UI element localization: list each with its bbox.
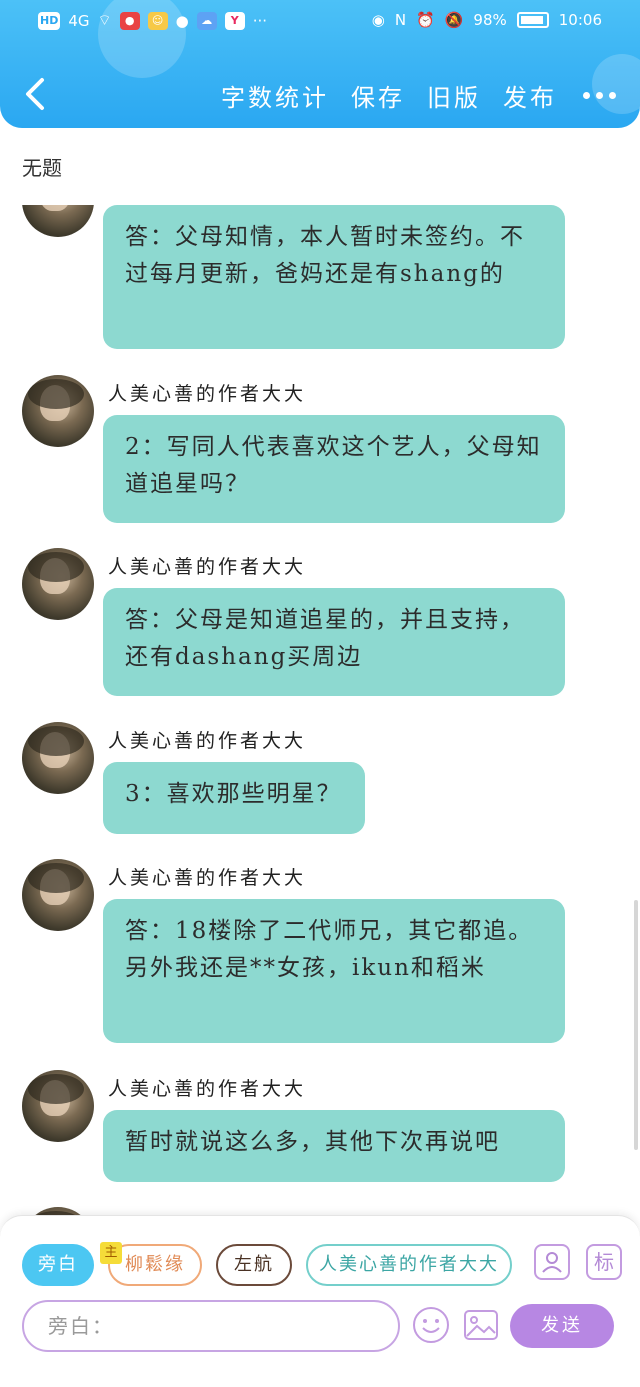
page-title: 无题 (22, 156, 62, 180)
avatar[interactable] (22, 722, 94, 794)
image-icon (464, 1310, 498, 1340)
save-button[interactable]: 保存 (351, 78, 405, 113)
sender-name: 人美心善的作者大大 (108, 1078, 307, 1100)
alarm-icon: ⏰ (416, 11, 435, 29)
message-bubble: 答：18楼除了二代师兄，其它都追。另外我还是**女孩，ikun和稻米 (103, 899, 565, 1043)
avatar[interactable] (22, 205, 94, 237)
tag-button[interactable]: 标 (586, 1244, 622, 1280)
sender-name: 人美心善的作者大大 (108, 867, 307, 889)
battery-percent: 98% (473, 11, 507, 29)
emoji-button[interactable] (412, 1306, 450, 1344)
youku-icon: Y (224, 11, 245, 30)
emoji-icon (413, 1307, 449, 1343)
sender-name: 人美心善的作者大大 (108, 383, 307, 405)
avatar[interactable] (22, 548, 94, 620)
message-bubble: 暂时就说这么多，其他下次再说吧 (103, 1110, 565, 1182)
eye-icon: ◉ (371, 11, 385, 29)
avatar[interactable] (22, 375, 94, 447)
app-notification-icon: ☺ (147, 11, 168, 30)
main-role-badge: 主 (100, 1242, 122, 1264)
scrollbar[interactable] (634, 900, 638, 1150)
more-options-icon[interactable] (579, 84, 620, 107)
back-button[interactable] (20, 74, 54, 114)
battery-icon (516, 12, 549, 28)
avatar[interactable] (22, 1070, 94, 1142)
status-bar: HD 4G ⌔ ● ☺ ● ☁ Y ··· ◉ N ⏰ 🔕 98% 10:06 (0, 0, 640, 44)
back-arrow-icon (26, 78, 44, 110)
hd-indicator: HD (38, 11, 61, 30)
add-role-button[interactable] (534, 1244, 570, 1280)
avatar[interactable] (22, 859, 94, 931)
nfc-icon: N (394, 11, 407, 29)
composer-panel: 旁白 柳鬆缘 主 左航 人美心善的作者大大 标 旁白： 发送 (0, 1215, 640, 1387)
publish-button[interactable]: 发布 (503, 78, 557, 113)
network-indicator: 4G (68, 11, 90, 30)
message-icon: ● (175, 11, 189, 30)
message-bubble: 3：喜欢那些明星？ (103, 762, 365, 834)
more-notifications-icon: ··· (252, 11, 268, 30)
role-chip-author[interactable]: 人美心善的作者大大 (306, 1244, 512, 1286)
chat-list[interactable]: 答：父母知情，本人暂时未签约。不过每月更新，爸妈还是有shang的 人美心善的作… (0, 205, 640, 1215)
mute-icon: 🔕 (444, 11, 464, 29)
avatar[interactable] (22, 1207, 94, 1215)
message-bubble: 答：父母是知道追星的，并且支持，还有dashang买周边 (103, 588, 565, 696)
word-count-button[interactable]: 字数统计 (221, 78, 329, 113)
wifi-icon: ⌔ (97, 11, 112, 29)
weather-icon: ☁ (196, 11, 217, 30)
aside-role-chip[interactable]: 旁白 (22, 1244, 94, 1286)
clock: 10:06 (558, 11, 602, 29)
nav-bar: 字数统计 保存 旧版 发布 (0, 68, 640, 118)
role-chip-liu[interactable]: 柳鬆缘 (108, 1244, 202, 1286)
role-chip-zuohang[interactable]: 左航 (216, 1244, 292, 1286)
send-button[interactable]: 发送 (510, 1304, 614, 1348)
message-input[interactable]: 旁白： (22, 1300, 400, 1352)
sender-name: 人美心善的作者大大 (108, 556, 307, 578)
user-icon (542, 1252, 562, 1273)
message-bubble: 2：写同人代表喜欢这个艺人，父母知道追星吗？ (103, 415, 565, 523)
message-bubble: 答：父母知情，本人暂时未签约。不过每月更新，爸妈还是有shang的 (103, 205, 565, 349)
old-version-button[interactable]: 旧版 (427, 78, 481, 113)
image-button[interactable] (462, 1306, 500, 1344)
app-header: HD 4G ⌔ ● ☺ ● ☁ Y ··· ◉ N ⏰ 🔕 98% 10:06 … (0, 0, 640, 128)
sender-name: 人美心善的作者大大 (108, 730, 307, 752)
weibo-icon: ● (119, 11, 140, 30)
